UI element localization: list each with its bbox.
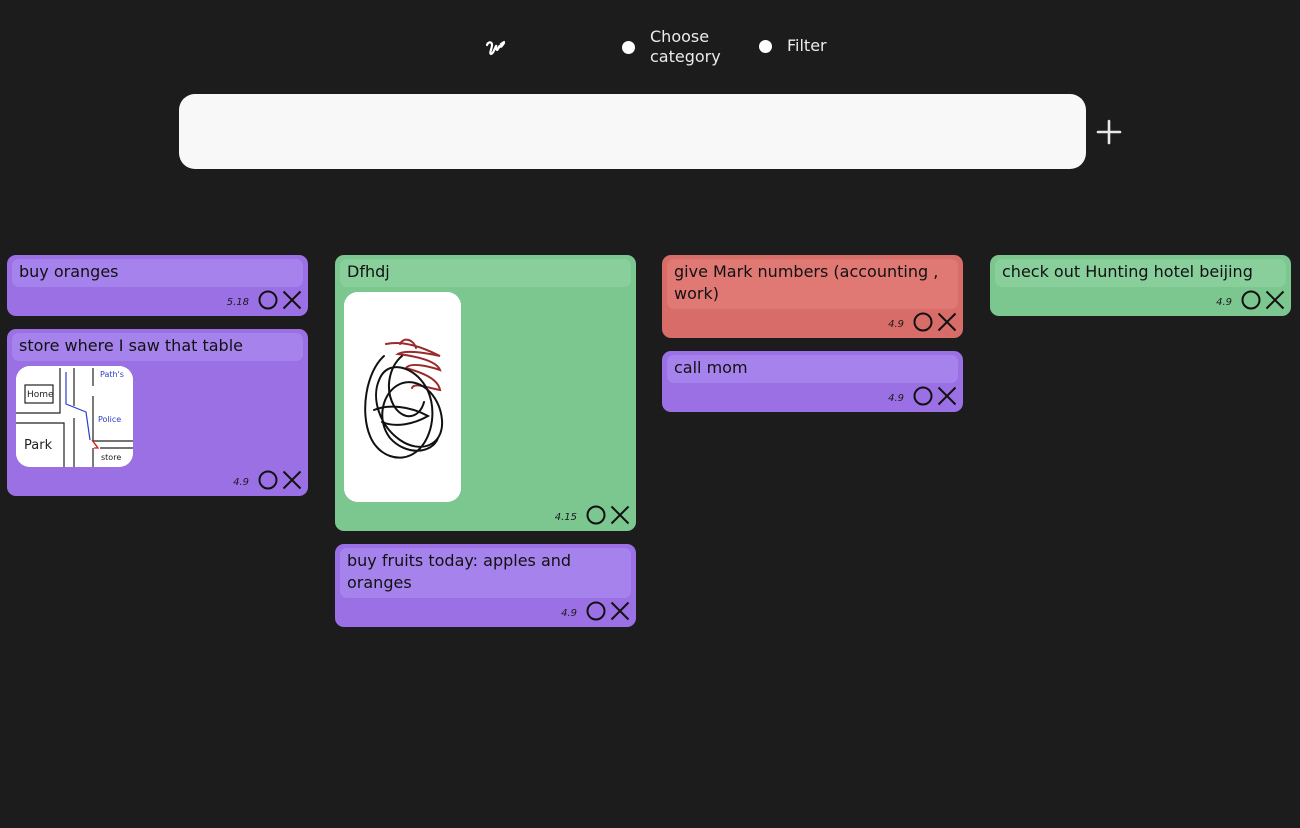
notes-column: Dfhdj 4.15 buy fruits today: apples and o… xyxy=(335,255,636,640)
notes-column: check out Hunting hotel beijing 4.9 xyxy=(990,255,1291,329)
note-date: 4.9 xyxy=(1216,296,1232,308)
note-card[interactable]: call mom 4.9 xyxy=(662,351,963,412)
note-title[interactable]: store where I saw that table xyxy=(12,333,303,361)
note-date: 4.9 xyxy=(888,318,904,330)
note-date: 5.18 xyxy=(226,296,249,308)
choose-category-label: Choose category xyxy=(650,27,721,66)
note-footer: 4.9 xyxy=(667,383,958,409)
delete-close-icon[interactable] xyxy=(609,504,631,526)
note-footer: 4.9 xyxy=(12,467,303,493)
notes-column: buy oranges 5.18 store where I saw that ta… xyxy=(7,255,308,509)
complete-circle-icon[interactable] xyxy=(912,311,934,333)
delete-close-icon[interactable] xyxy=(281,469,303,491)
note-title[interactable]: give Mark numbers (accounting , work) xyxy=(667,259,958,309)
radio-dot-icon[interactable] xyxy=(622,40,635,54)
scribble-drawing-image xyxy=(344,292,461,502)
complete-circle-icon[interactable] xyxy=(257,289,279,311)
note-card[interactable]: store where I saw that table Home Path's… xyxy=(7,329,308,496)
drawing-thumbnail[interactable] xyxy=(344,292,461,502)
map-sketch-image: Home Path's Police Park store xyxy=(16,366,133,467)
radio-dot-icon[interactable] xyxy=(759,39,772,53)
map-label-home: Home xyxy=(27,390,54,400)
complete-circle-icon[interactable] xyxy=(257,469,279,491)
note-footer: 5.18 xyxy=(12,287,303,313)
delete-close-icon[interactable] xyxy=(936,311,958,333)
complete-circle-icon[interactable] xyxy=(585,600,607,622)
note-date: 4.9 xyxy=(888,392,904,404)
note-title[interactable]: buy fruits today: apples and oranges xyxy=(340,548,631,598)
logo-icon[interactable] xyxy=(484,36,508,60)
note-date: 4.9 xyxy=(561,607,577,619)
map-label-police: Police xyxy=(98,415,121,424)
note-card[interactable]: check out Hunting hotel beijing 4.9 xyxy=(990,255,1291,316)
note-title[interactable]: check out Hunting hotel beijing xyxy=(995,259,1286,287)
note-card[interactable]: buy oranges 5.18 xyxy=(7,255,308,316)
note-card[interactable]: give Mark numbers (accounting , work) 4.9 xyxy=(662,255,963,338)
add-icon[interactable] xyxy=(1096,119,1122,145)
complete-circle-icon[interactable] xyxy=(585,504,607,526)
note-footer: 4.9 xyxy=(340,598,631,624)
choose-category-option[interactable]: Choose category xyxy=(622,27,730,67)
note-card[interactable]: Dfhdj 4.15 xyxy=(335,255,636,531)
notes-column: give Mark numbers (accounting , work) 4.9… xyxy=(662,255,963,425)
map-label-park: Park xyxy=(24,438,53,453)
note-date: 4.9 xyxy=(233,476,249,488)
delete-close-icon[interactable] xyxy=(281,289,303,311)
note-title[interactable]: call mom xyxy=(667,355,958,383)
note-date: 4.15 xyxy=(554,511,577,523)
delete-close-icon[interactable] xyxy=(609,600,631,622)
delete-close-icon[interactable] xyxy=(936,385,958,407)
note-footer: 4.15 xyxy=(340,502,631,528)
complete-circle-icon[interactable] xyxy=(912,385,934,407)
map-label-paths: Path's xyxy=(100,370,124,379)
note-footer: 4.9 xyxy=(995,287,1286,313)
map-sketch-thumbnail[interactable]: Home Path's Police Park store xyxy=(16,366,133,467)
complete-circle-icon[interactable] xyxy=(1240,289,1262,311)
map-label-store: store xyxy=(101,453,121,462)
delete-close-icon[interactable] xyxy=(1264,289,1286,311)
note-footer: 4.9 xyxy=(667,309,958,335)
note-title[interactable]: buy oranges xyxy=(12,259,303,287)
note-title[interactable]: Dfhdj xyxy=(340,259,631,287)
top-bar: Choose category Filter xyxy=(0,0,1300,90)
filter-label: Filter xyxy=(787,36,827,55)
note-card[interactable]: buy fruits today: apples and oranges 4.9 xyxy=(335,544,636,627)
filter-option[interactable]: Filter xyxy=(759,36,827,56)
new-note-input[interactable] xyxy=(179,94,1086,169)
